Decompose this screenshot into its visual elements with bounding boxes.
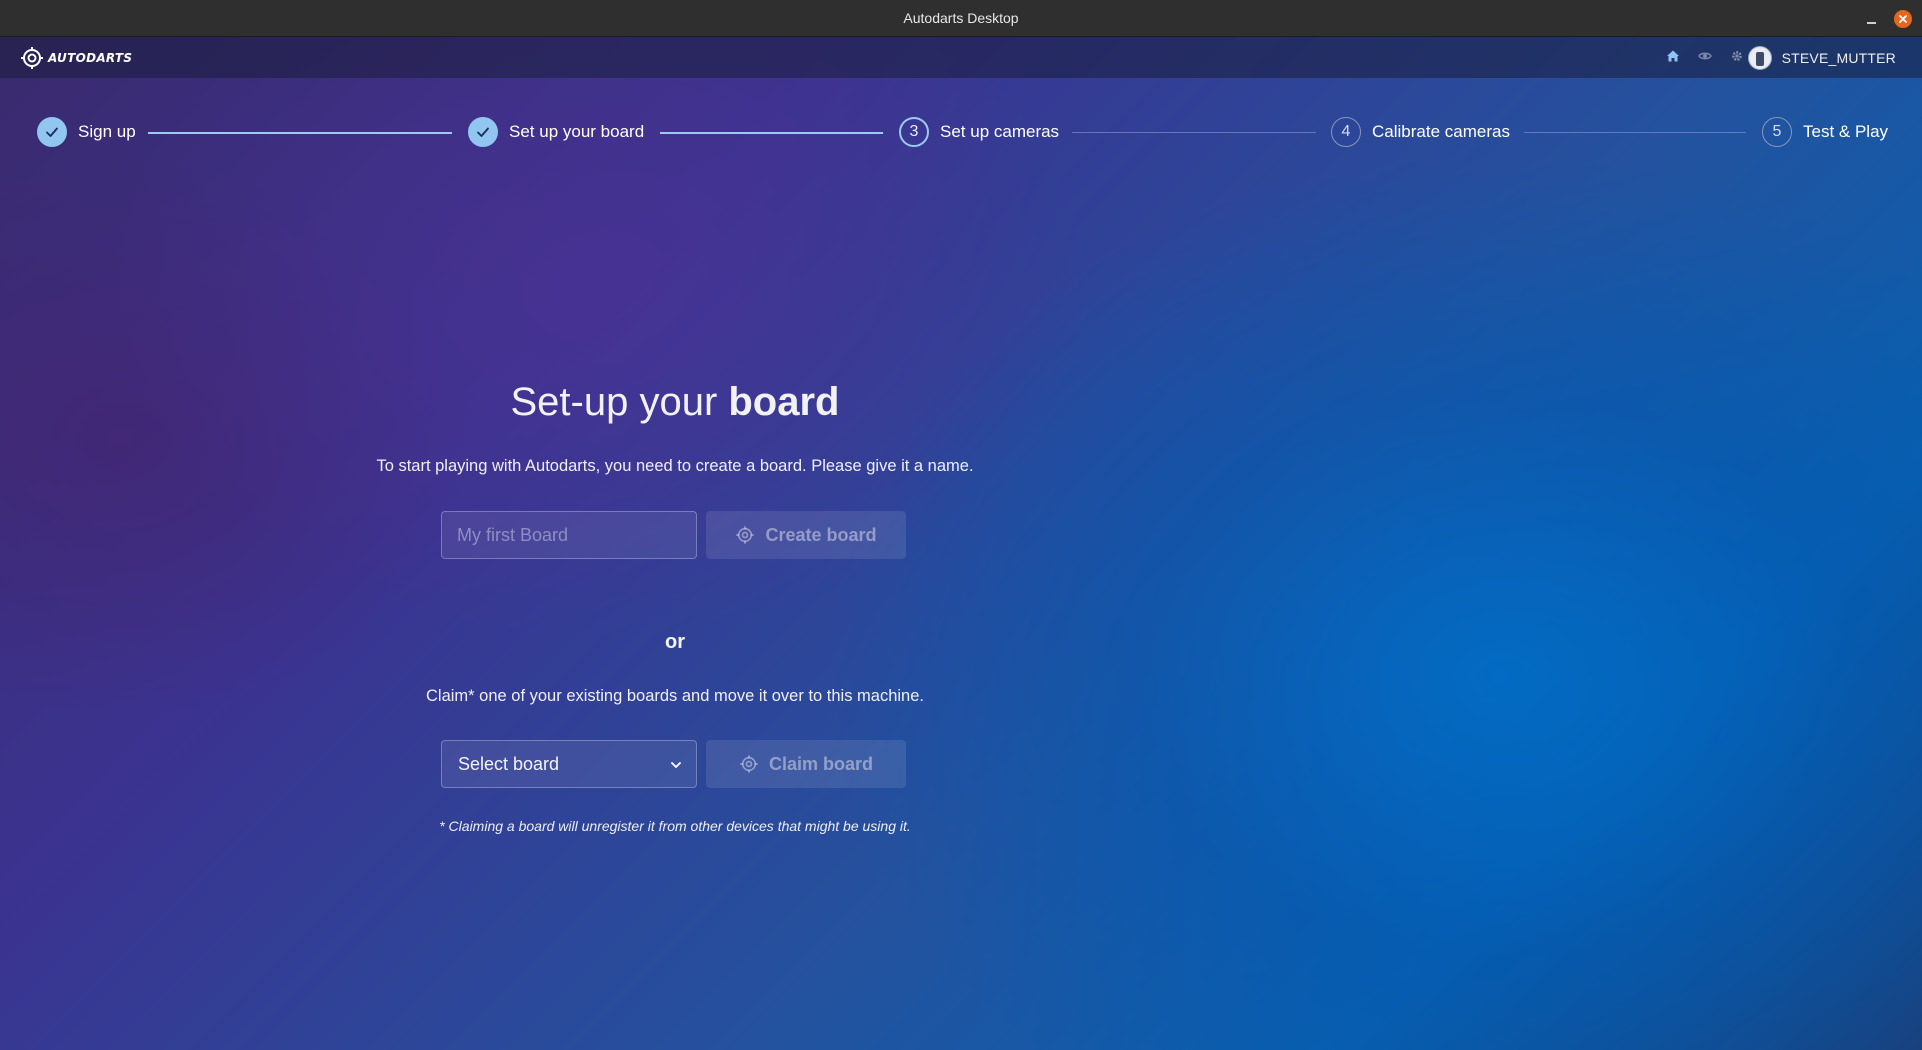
step-connector (660, 132, 883, 134)
step-complete-indicator (468, 117, 498, 147)
step-number: 3 (899, 117, 929, 147)
title-bold: board (728, 380, 840, 424)
checkmark-icon (477, 127, 489, 137)
home-icon (1667, 50, 1679, 62)
step-set-up-board[interactable]: Set up your board (468, 115, 644, 149)
claim-board-button[interactable]: Claim board (706, 740, 906, 788)
eye-icon (1698, 52, 1712, 60)
step-label: Set up cameras (940, 122, 1060, 141)
create-board-label: Create board (765, 524, 877, 545)
username: STEVE_MUTTER (1781, 50, 1896, 66)
step-connector (1072, 132, 1316, 133)
view-nav-button[interactable] (1698, 49, 1714, 65)
create-board-row: Create board (441, 511, 911, 559)
close-button[interactable] (1894, 10, 1912, 28)
close-icon (1899, 15, 1907, 23)
step-connector (148, 132, 452, 134)
home-nav-button[interactable] (1666, 49, 1682, 65)
step-test-play[interactable]: 5 Test & Play (1762, 115, 1888, 149)
gear-icon (1732, 51, 1742, 61)
chevron-down-icon (671, 762, 681, 768)
step-label: Test & Play (1803, 122, 1889, 141)
step-label: Set up your board (509, 122, 645, 141)
or-divider: or (665, 631, 685, 653)
window-titlebar: Autodarts Desktop (0, 0, 1922, 37)
claim-board-label: Claim board (768, 753, 874, 774)
claim-footnote: * Claiming a board will unregister it fr… (439, 818, 911, 834)
top-navbar: AUTODARTS STEVE_MUTTER (0, 37, 1922, 78)
claim-description: Claim* one of your existing boards and m… (426, 687, 924, 705)
step-complete-indicator (37, 117, 67, 147)
step-number: 5 (1762, 117, 1792, 147)
step-label: Sign up (78, 122, 136, 141)
user-menu[interactable]: STEVE_MUTTER (1747, 44, 1896, 72)
setup-stepper: Sign up Set up your board 3 Set up camer… (0, 115, 1922, 149)
board-select-value: Select board (458, 753, 560, 774)
minimize-button[interactable] (1862, 10, 1880, 28)
create-board-button[interactable]: Create board (706, 511, 906, 559)
step-label: Calibrate cameras (1372, 122, 1510, 141)
step-calibrate-cameras[interactable]: 4 Calibrate cameras (1331, 115, 1510, 149)
step-number: 4 (1331, 117, 1361, 147)
page-title: Set-up your board (340, 377, 1010, 427)
step-sign-up[interactable]: Sign up (37, 115, 136, 149)
dartboard-logo-icon (21, 47, 43, 69)
claim-board-row: Select board Claim board (441, 740, 911, 788)
board-name-input[interactable] (441, 511, 697, 559)
app-background: AUTODARTS STEVE_MUTTER Sign up Set up yo… (0, 37, 1922, 1050)
logo-text: AUTODARTS (48, 51, 133, 65)
step-connector (1524, 132, 1746, 133)
step-set-up-cameras[interactable]: 3 Set up cameras (899, 115, 1059, 149)
board-select[interactable]: Select board (441, 740, 697, 788)
settings-nav-button[interactable] (1730, 49, 1746, 65)
title-light: Set-up your (510, 380, 729, 424)
avatar (1747, 46, 1772, 70)
intro-text: To start playing with Autodarts, you nee… (376, 457, 974, 475)
dartboard-icon (739, 754, 759, 774)
board-setup-panel: Set-up your board To start playing with … (340, 377, 1010, 834)
autodarts-logo[interactable]: AUTODARTS (20, 46, 132, 70)
dartboard-icon (735, 525, 755, 545)
window-title: Autodarts Desktop (903, 10, 1019, 26)
checkmark-icon (46, 127, 58, 137)
